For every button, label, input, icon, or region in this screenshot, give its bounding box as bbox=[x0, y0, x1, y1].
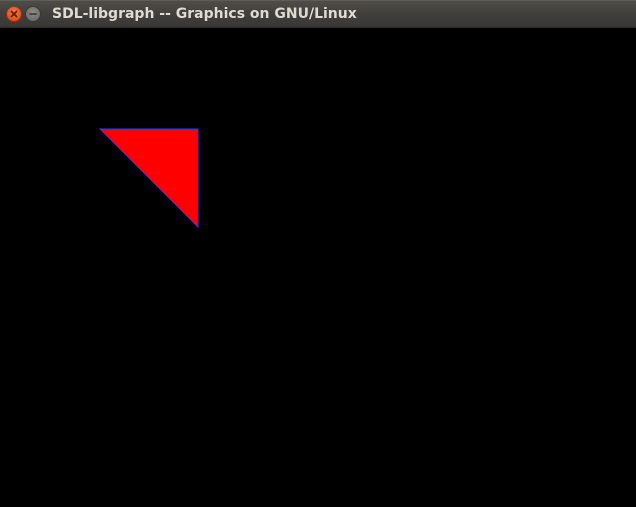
close-icon bbox=[10, 10, 18, 18]
title-bar-highlight bbox=[0, 0, 636, 1]
minimize-icon bbox=[29, 13, 37, 15]
red-triangle bbox=[98, 128, 199, 229]
graphics-canvas[interactable] bbox=[0, 28, 636, 507]
minimize-button[interactable] bbox=[25, 6, 41, 22]
window-title: SDL-libgraph -- Graphics on GNU/Linux bbox=[52, 6, 357, 22]
graphics-surface bbox=[98, 128, 199, 229]
app-window: SDL-libgraph -- Graphics on GNU/Linux bbox=[0, 0, 636, 507]
title-bar[interactable]: SDL-libgraph -- Graphics on GNU/Linux bbox=[0, 0, 636, 28]
close-button[interactable] bbox=[6, 6, 22, 22]
